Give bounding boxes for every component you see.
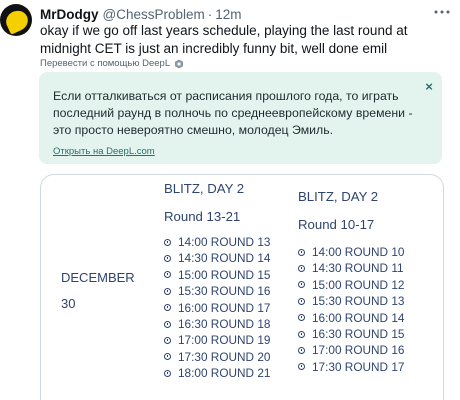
round-item: 16:00 ROUND 14 <box>298 310 404 326</box>
tweet-timestamp[interactable]: 12m <box>215 7 241 22</box>
date-month: DECEMBER <box>61 270 135 285</box>
close-icon[interactable]: × <box>422 80 436 94</box>
translation-box: × Если отталкиваться от расписания прошл… <box>39 72 442 164</box>
clock-icon <box>164 271 171 279</box>
clock-icon <box>298 314 305 322</box>
round-item: 15:30 ROUND 13 <box>298 293 404 309</box>
round-item: 17:00 ROUND 16 <box>298 342 404 358</box>
clock-icon <box>298 347 305 355</box>
more-dots-icon <box>434 10 450 14</box>
display-name[interactable]: MrDodgy <box>40 7 99 22</box>
clock-icon <box>164 320 171 328</box>
deepl-logo-icon <box>175 59 184 68</box>
translated-text: Если отталкиваться от расписания прошлог… <box>53 89 413 137</box>
schedule-image[interactable]: DECEMBER 30 BLITZ, DAY 2 Round 13-21 14:… <box>40 174 444 400</box>
round-item: 15:00 ROUND 12 <box>298 277 404 293</box>
column-title: BLITZ, DAY 2 <box>164 181 245 196</box>
clock-icon <box>298 330 305 338</box>
round-item: 17:00 ROUND 19 <box>164 332 270 348</box>
round-item: 14:30 ROUND 14 <box>164 250 270 266</box>
round-item: 14:00 ROUND 13 <box>164 234 270 250</box>
round-text: 16:00 ROUND 14 <box>312 310 405 325</box>
round-text: 14:30 ROUND 11 <box>312 261 404 276</box>
round-text: 14:00 ROUND 10 <box>312 245 405 259</box>
column-title: BLITZ, DAY 2 <box>298 189 379 204</box>
round-text: 17:30 ROUND 20 <box>178 349 271 364</box>
round-item: 18:00 ROUND 21 <box>164 365 270 381</box>
round-text: 17:00 ROUND 16 <box>312 343 405 358</box>
header-separator: · <box>207 6 213 22</box>
date-day: 30 <box>61 296 76 311</box>
avatar[interactable] <box>0 4 32 36</box>
round-text: 14:30 ROUND 14 <box>178 251 271 266</box>
column-subtitle: Round 13-21 <box>164 209 241 224</box>
clock-icon <box>298 363 305 371</box>
round-list: 14:00 ROUND 10 14:30 ROUND 11 15:00 ROUN… <box>298 244 404 375</box>
translate-with-deepl[interactable]: Перевести с помощью DeepL <box>40 58 184 69</box>
round-item: 16:00 ROUND 17 <box>164 300 270 316</box>
tweet-header: MrDodgy @ChessProblem · 12m <box>40 5 242 23</box>
round-text: 16:00 ROUND 17 <box>178 300 271 315</box>
round-item: 15:00 ROUND 15 <box>164 267 270 283</box>
round-item: 17:30 ROUND 20 <box>164 349 270 365</box>
schedule-date: DECEMBER 30 <box>61 265 135 317</box>
round-text: 16:30 ROUND 18 <box>178 316 271 331</box>
user-handle[interactable]: @ChessProblem <box>103 7 205 22</box>
round-item: 14:30 ROUND 11 <box>298 260 404 276</box>
clock-icon <box>164 255 171 263</box>
clock-icon <box>164 287 171 295</box>
tweet-text: okay if we go off last years schedule, p… <box>40 23 408 56</box>
round-item: 16:30 ROUND 15 <box>298 326 404 342</box>
round-item: 16:30 ROUND 18 <box>164 316 270 332</box>
round-text: 17:00 ROUND 19 <box>178 333 271 348</box>
clock-icon <box>298 265 305 273</box>
column-subtitle: Round 10-17 <box>298 217 375 232</box>
round-text: 16:30 ROUND 15 <box>312 326 405 341</box>
translate-label[interactable]: Перевести с помощью DeepL <box>40 58 170 69</box>
schedule-column-left: BLITZ, DAY 2 Round 13-21 14:00 ROUND 13 … <box>164 179 270 382</box>
clock-icon <box>298 297 305 305</box>
round-text: 15:30 ROUND 16 <box>178 284 271 299</box>
round-item: 14:00 ROUND 10 <box>298 244 404 260</box>
clock-icon <box>164 353 171 361</box>
clock-icon <box>164 238 171 246</box>
tweet-page: MrDodgy @ChessProblem · 12m okay if we g… <box>0 0 460 400</box>
more-horizontal-icon[interactable] <box>432 4 452 20</box>
round-text: 14:00 ROUND 13 <box>178 235 271 249</box>
avatar-logo-icon <box>2 7 32 35</box>
schedule-column-right: BLITZ, DAY 2 Round 10-17 14:00 ROUND 10 … <box>298 187 404 375</box>
round-text: 17:30 ROUND 17 <box>312 359 405 374</box>
clock-icon <box>298 281 305 289</box>
round-item: 17:30 ROUND 17 <box>298 359 404 375</box>
clock-icon <box>164 369 171 377</box>
round-item: 15:30 ROUND 16 <box>164 283 270 299</box>
round-text: 18:00 ROUND 21 <box>178 366 271 381</box>
round-text: 15:30 ROUND 13 <box>312 294 405 309</box>
round-text: 15:00 ROUND 15 <box>178 267 271 282</box>
clock-icon <box>298 248 305 256</box>
round-list: 14:00 ROUND 13 14:30 ROUND 14 15:00 ROUN… <box>164 234 270 382</box>
clock-icon <box>164 337 171 345</box>
round-text: 15:00 ROUND 12 <box>312 277 405 292</box>
open-deepl-link[interactable]: Открыть на DeepL.com <box>53 146 155 157</box>
clock-icon <box>164 304 171 312</box>
